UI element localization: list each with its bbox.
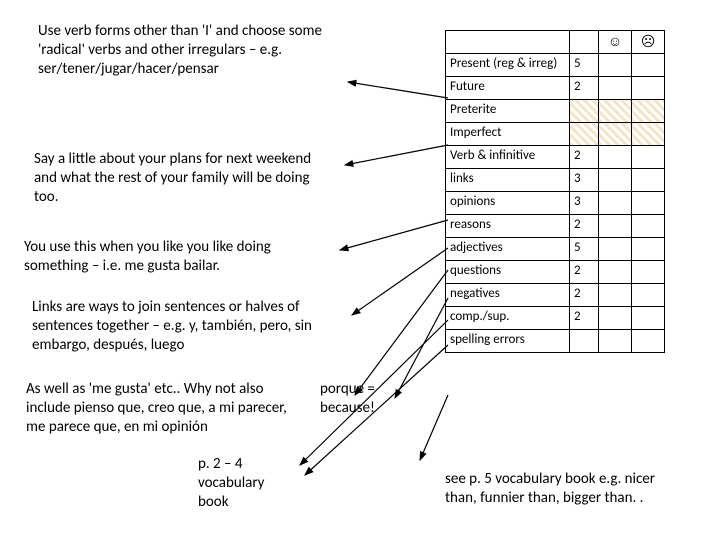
table-row: questions2 xyxy=(446,261,665,284)
smile-icon: ☺ xyxy=(599,31,632,54)
table-row: adjectives5 xyxy=(446,238,665,261)
table-row: spelling errors xyxy=(446,330,665,353)
table-row: Imperfect xyxy=(446,123,665,146)
note-plans: Say a little about your plans for next w… xyxy=(34,150,334,206)
table-row: Future2 xyxy=(446,77,665,100)
table-row: Verb & infinitive2 xyxy=(446,146,665,169)
table-header-row: ☺ ☹ xyxy=(446,31,665,54)
table-row: reasons2 xyxy=(446,215,665,238)
note-links: Links are ways to join sentences or halv… xyxy=(32,298,342,354)
porque-label: porque = because! xyxy=(320,380,390,418)
footer-note: see p. 5 vocabulary book e.g. nicer than… xyxy=(445,470,665,508)
note-gusta: You use this when you like you like doin… xyxy=(24,238,324,276)
arrow-opinions xyxy=(355,270,448,395)
table-row: comp./sup.2 xyxy=(446,307,665,330)
arrow-links xyxy=(352,248,448,315)
vocab-ref: p. 2 – 4 vocabulary book xyxy=(198,455,298,511)
table-row: Preterite xyxy=(446,100,665,123)
table-row: opinions3 xyxy=(446,192,665,215)
note-opinions: As well as 'me gusta' etc.. Why not also… xyxy=(26,380,306,436)
arrow-reasons xyxy=(395,298,448,398)
note-verb-forms: Use verb forms other than 'I' and choose… xyxy=(38,22,338,78)
table-row: negatives2 xyxy=(446,284,665,307)
table-row: links3 xyxy=(446,169,665,192)
arrow-present xyxy=(348,82,448,98)
arrow-future xyxy=(345,145,448,165)
criteria-table: ☺ ☹ Present (reg & irreg)5Future2Preteri… xyxy=(445,30,665,353)
table-row: Present (reg & irreg)5 xyxy=(446,54,665,77)
arrow-comp xyxy=(420,395,448,460)
frown-icon: ☹ xyxy=(632,31,665,54)
arrow-verb-inf xyxy=(340,220,448,250)
